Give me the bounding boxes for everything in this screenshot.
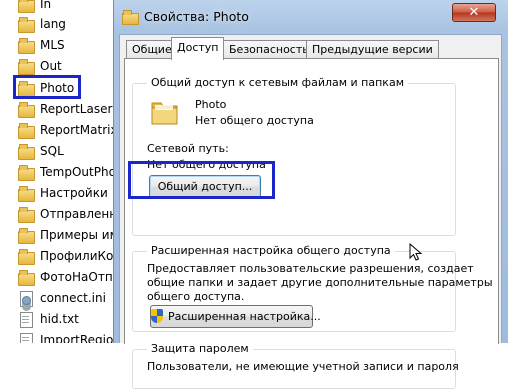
tree-item-primery[interactable]: Примеры имг (0, 224, 116, 245)
folder-share-status: Нет общего доступа (195, 114, 314, 127)
shared-folder-icon (149, 96, 181, 128)
advanced-sharing-button[interactable]: Расширенная настройка... (150, 305, 321, 328)
uac-shield-icon (151, 309, 163, 323)
folder-icon (18, 58, 35, 75)
advanced-sharing-title: Расширенная настройка общего доступа (147, 244, 395, 257)
folder-icon (18, 16, 35, 33)
advanced-sharing-button-label: Расширенная настройка... (168, 310, 321, 323)
title-bar[interactable]: Свойства: Photo ✕ (114, 0, 508, 34)
folder-icon (18, 206, 35, 223)
tree-item-hid-txt[interactable]: hid.txt (0, 308, 116, 329)
tab-security[interactable]: Безопасность (223, 40, 315, 59)
advanced-sharing-description-line-2: общие папки и задает другие дополнительн… (147, 276, 493, 289)
tree-item-lang[interactable]: lang (0, 13, 116, 34)
tree-item-tempoutphot[interactable]: TempOutPhot (0, 161, 116, 182)
folder-icon (18, 37, 35, 54)
sharing-tab-panel: Общий доступ к сетевым файлам и папкам P… (124, 58, 499, 389)
advanced-sharing-group: Расширенная настройка общего доступа Пре… (132, 244, 493, 332)
folder-icon (18, 248, 35, 265)
tree-item-nastroiki[interactable]: Настройки (0, 182, 116, 203)
explorer-tree: In lang MLS Out Photo ReportLaserPr Repo… (0, 0, 116, 343)
tree-item-sql[interactable]: SQL (0, 140, 116, 161)
tree-item-in[interactable]: In (0, 0, 116, 14)
password-protection-text: Пользователи, не имеющие учетной записи … (147, 360, 459, 373)
folder-icon (18, 164, 35, 181)
close-icon: ✕ (468, 5, 480, 20)
tab-sharing[interactable]: Доступ (171, 37, 225, 60)
advanced-sharing-description-line-3: общего доступа. (147, 290, 245, 303)
folder-icon (122, 10, 139, 25)
folder-name: Photo (195, 98, 227, 111)
dialog-title: Свойства: Photo (144, 9, 249, 24)
mouse-cursor-icon (409, 243, 423, 261)
highlight-box-photo (13, 75, 81, 99)
tree-item-foto[interactable]: ФотоНаОтпра (0, 266, 116, 287)
tree-item-out[interactable]: Out (0, 55, 116, 76)
folder-icon (18, 185, 35, 202)
advanced-sharing-description-line-1: Предоставляет пользовательские разрешени… (147, 262, 474, 275)
tree-item-profili[interactable]: ПрофилиКон (0, 245, 116, 266)
network-sharing-title: Общий доступ к сетевым файлам и папкам (147, 76, 408, 89)
tab-previous-versions[interactable]: Предыдущие версии (306, 40, 439, 59)
text-file-icon (18, 332, 34, 343)
password-protection-title: Защита паролем (147, 342, 253, 355)
tree-item-reportmatrixp[interactable]: ReportMatrixP (0, 119, 116, 140)
tab-general[interactable]: Общие (126, 40, 178, 59)
password-protection-group: Защита паролем Пользователи, не имеющие … (132, 342, 459, 389)
folder-icon (18, 227, 35, 244)
tree-item-mls[interactable]: MLS (0, 34, 116, 55)
ini-file-icon (18, 290, 34, 307)
tree-item-otpravlennye[interactable]: Отправленны (0, 203, 116, 224)
folder-icon (18, 269, 35, 286)
close-button[interactable]: ✕ (452, 3, 496, 22)
tree-item-connect-ini[interactable]: connect.ini (0, 287, 116, 308)
highlight-box-share-button (128, 161, 275, 199)
folder-icon (18, 101, 35, 118)
network-sharing-group: Общий доступ к сетевым файлам и папкам P… (132, 76, 456, 236)
text-file-icon (18, 311, 34, 328)
tree-item-reportlaserpr[interactable]: ReportLaserPr (0, 98, 116, 119)
network-path-label: Сетевой путь: (147, 142, 229, 155)
tree-item-importregions[interactable]: ImportRegions (0, 329, 116, 343)
folder-icon (18, 143, 35, 160)
folder-icon (18, 122, 35, 139)
folder-icon (18, 0, 35, 13)
